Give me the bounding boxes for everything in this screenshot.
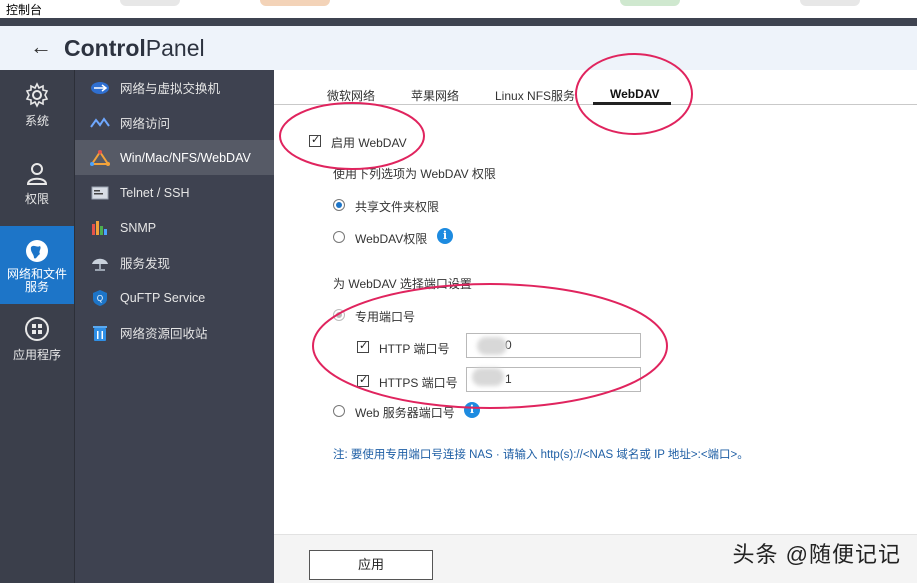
connection-note: 注: 要使用专用端口号连接 NAS · 请输入 http(s)://<NAS 域… [333, 449, 749, 461]
http-port-label: HTTP 端口号 [379, 342, 450, 356]
sidebar-item-label-line2: 服务 [24, 280, 49, 294]
globe-icon [26, 240, 48, 262]
perm-share-radio[interactable] [333, 199, 345, 211]
redacted-blur [472, 368, 504, 386]
subnav-item-label: SNMP [120, 220, 157, 235]
ftp-icon: Q [89, 288, 111, 308]
footer-bar: 应用 头条 @随便记记 [274, 535, 917, 583]
subnav-item-label: QuFTP Service [120, 290, 206, 305]
apps-icon [25, 317, 49, 341]
tab-webdav[interactable]: WebDAV [610, 87, 660, 101]
subnav-item-label: 服务发现 [120, 257, 171, 271]
network-access-icon [89, 113, 111, 133]
user-icon [26, 163, 48, 185]
recycle-bin-icon [89, 323, 111, 343]
perm-share-label: 共享文件夹权限 [355, 200, 440, 214]
watermark: 头条 @随便记记 [732, 542, 901, 567]
sidebar-item-label: 权限 [24, 192, 49, 206]
app-title-light: Panel [145, 35, 205, 61]
window-title: 控制台 [6, 3, 43, 17]
network-switch-icon [89, 78, 111, 98]
sidebar-item-permissions[interactable]: 权限 [0, 160, 74, 220]
back-arrow-icon[interactable]: ← [30, 34, 52, 60]
tab-linux-nfs[interactable]: Linux NFS服务 [495, 87, 575, 104]
subnav-item-label: 网络资源回收站 [120, 327, 208, 341]
redacted-blur [477, 337, 507, 355]
perm-webdav-radio[interactable] [333, 231, 345, 243]
svg-text:Q: Q [97, 294, 103, 303]
https-port-value: 1 [505, 372, 512, 386]
sidebar-item-system[interactable]: 系统 [0, 82, 74, 142]
subnav-item-snmp[interactable]: SNMP [75, 210, 275, 245]
subnav-item-quftp[interactable]: Q QuFTP Service [75, 280, 275, 315]
active-tab-indicator [593, 102, 671, 105]
tab-decoration [120, 0, 180, 6]
https-port-label: HTTPS 端口号 [379, 376, 458, 390]
web-server-port-label: Web 服务器端口号 [355, 406, 455, 420]
tab-decoration [620, 0, 680, 6]
port-heading: 为 WebDAV 选择端口设置 [333, 277, 472, 291]
subnav-item-win-mac-nfs-webdav[interactable]: Win/Mac/NFS/WebDAV [75, 140, 275, 175]
gear-icon [25, 82, 49, 108]
tab-decoration [260, 0, 330, 6]
subnav-item-network-switch[interactable]: 网络与虚拟交换机 [75, 70, 275, 105]
http-port-checkbox[interactable] [357, 339, 369, 353]
subnav-item-service-discovery[interactable]: 服务发现 [75, 245, 275, 280]
https-port-checkbox[interactable] [357, 373, 369, 387]
perm-webdav-label: WebDAV权限 [355, 232, 428, 246]
port-dedicated-label: 专用端口号 [355, 310, 416, 324]
app-title-bold: Control [64, 35, 146, 61]
sidebar-item-applications[interactable]: 应用程序 [0, 316, 74, 376]
app-header: ← ControlPanel [0, 26, 917, 70]
satellite-dish-icon [89, 253, 111, 273]
main-panel: 微软网络 苹果网络 Linux NFS服务 WebDAV 启用 WebDAV 使… [274, 70, 917, 583]
top-dark-bar [0, 18, 917, 26]
info-icon[interactable]: i [464, 402, 480, 418]
subnav-item-network-access[interactable]: 网络访问 [75, 105, 275, 140]
app-title: ControlPanel [64, 35, 205, 61]
bar-chart-icon [89, 218, 111, 238]
terminal-icon [89, 183, 111, 203]
tab-bar: 微软网络 苹果网络 Linux NFS服务 WebDAV [274, 70, 917, 105]
subnav-item-telnet-ssh[interactable]: Telnet / SSH [75, 175, 275, 210]
apply-button[interactable]: 应用 [309, 550, 433, 580]
permission-heading: 使用下列选项为 WebDAV 权限 [333, 167, 496, 181]
port-dedicated-radio[interactable] [333, 309, 345, 321]
sidebar-item-label: 应用程序 [12, 348, 61, 362]
primary-sidebar: 系统 权限 网络和文件 服务 应用程序 [0, 70, 74, 583]
enable-webdav-checkbox[interactable] [309, 133, 321, 147]
enable-webdav-label: 启用 WebDAV [331, 136, 407, 150]
window-title-bar: 控制台 [0, 0, 917, 18]
subnav-item-label: Telnet / SSH [120, 185, 190, 200]
tab-apple-network[interactable]: 苹果网络 [411, 87, 459, 104]
sidebar-item-network-file-services[interactable]: 网络和文件 服务 [0, 226, 74, 304]
info-icon[interactable]: i [437, 228, 453, 244]
web-server-port-radio[interactable] [333, 405, 345, 417]
subnav-item-network-recycle-bin[interactable]: 网络资源回收站 [75, 315, 275, 350]
secondary-sidebar: 网络与虚拟交换机 网络访问 Win/Mac/NFS/WebDAV Telnet … [74, 70, 275, 583]
subnav-item-label: 网络与虚拟交换机 [120, 82, 221, 96]
tab-microsoft-network[interactable]: 微软网络 [327, 87, 375, 104]
subnav-item-label: 网络访问 [120, 117, 171, 131]
sidebar-item-label: 系统 [24, 114, 49, 128]
tab-decoration [800, 0, 860, 6]
subnav-item-label: Win/Mac/NFS/WebDAV [120, 150, 251, 165]
triangle-share-icon [89, 148, 111, 168]
